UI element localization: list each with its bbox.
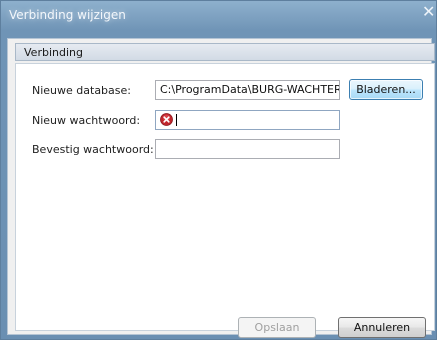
cancel-button[interactable]: Annuleren [338,317,426,338]
browse-button[interactable]: Bladeren... [349,79,423,100]
save-button[interactable]: Opslaan [238,317,316,338]
database-path-input[interactable]: C:\ProgramData\BURG-WACHTER\ [155,80,340,100]
window-title: Verbinding wijzigen [9,8,126,22]
group-header-label: Verbinding [24,46,83,59]
password-input[interactable] [155,110,340,130]
title-bar[interactable]: Verbinding wijzigen ✕ [1,1,437,31]
password-label: Nieuw wachtwoord: [32,114,141,127]
connection-panel: Nieuwe database: C:\ProgramData\BURG-WAC… [15,63,435,331]
text-caret [176,114,177,126]
dialog-window: Verbinding wijzigen ✕ Verbinding Nieuwe … [0,0,437,340]
confirm-password-label: Bevestig wachtwoord: [32,143,154,156]
confirm-password-input[interactable] [155,139,340,159]
close-icon[interactable]: ✕ [418,1,437,23]
dialog-content: Verbinding Nieuwe database: C:\ProgramDa… [7,38,435,338]
group-header: Verbinding [15,43,435,61]
database-label: Nieuwe database: [32,84,131,97]
error-icon [160,113,173,126]
